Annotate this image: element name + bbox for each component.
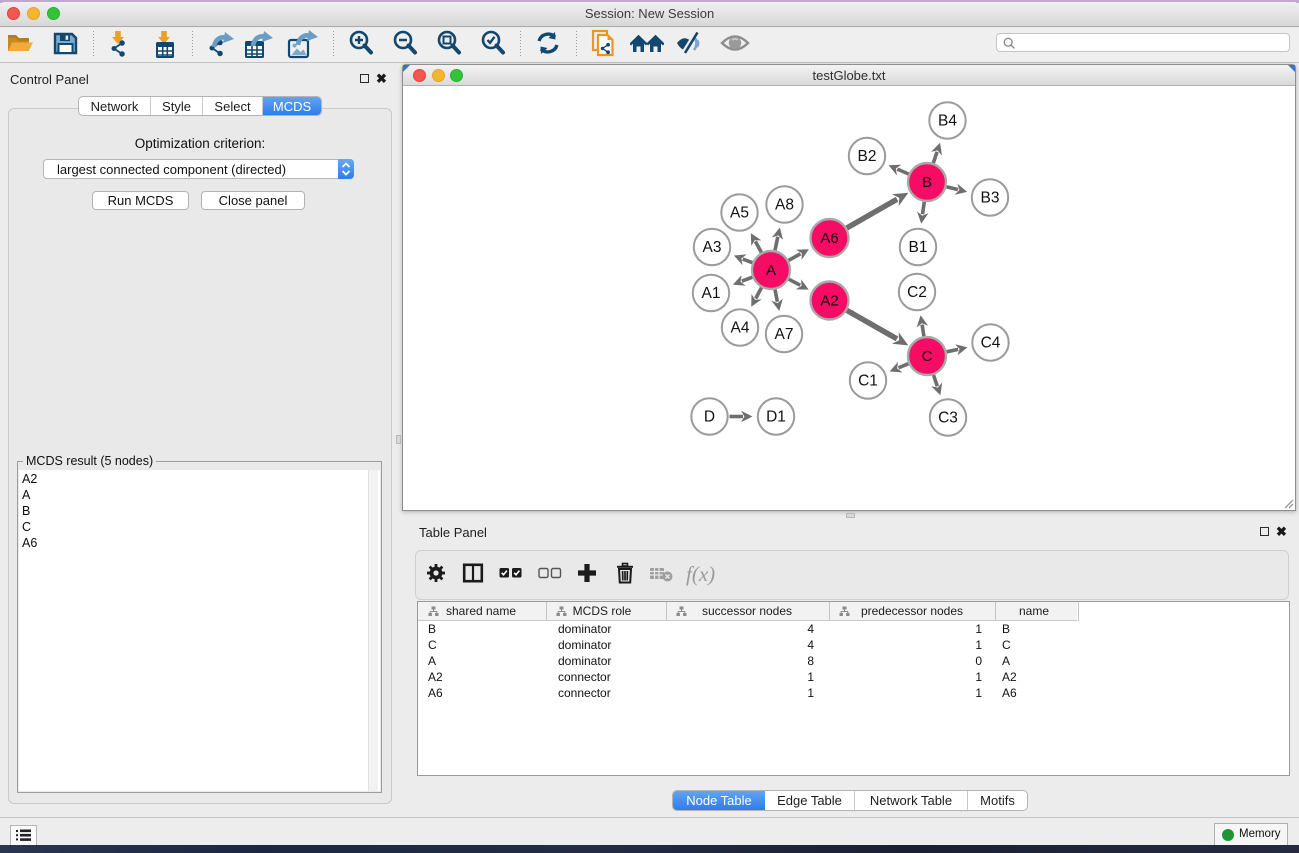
svg-text:B2: B2: [858, 148, 877, 165]
svg-text:C1: C1: [858, 373, 878, 390]
svg-text:D1: D1: [766, 409, 786, 426]
svg-text:C3: C3: [938, 410, 958, 427]
svg-text:A6: A6: [820, 230, 838, 247]
svg-text:A2: A2: [820, 293, 838, 310]
svg-text:D: D: [704, 409, 715, 426]
svg-text:A5: A5: [730, 205, 749, 222]
svg-text:C2: C2: [907, 284, 927, 301]
svg-text:A4: A4: [731, 320, 750, 337]
svg-text:C4: C4: [981, 335, 1001, 352]
svg-text:B4: B4: [938, 113, 957, 130]
svg-text:A7: A7: [775, 326, 794, 343]
svg-text:B1: B1: [909, 239, 928, 256]
svg-text:A1: A1: [702, 285, 721, 302]
svg-text:B: B: [922, 174, 932, 191]
svg-text:C: C: [922, 348, 933, 365]
svg-text:A: A: [766, 262, 776, 279]
svg-text:A3: A3: [703, 239, 722, 256]
svg-text:B3: B3: [981, 190, 1000, 207]
svg-text:A8: A8: [775, 197, 794, 214]
